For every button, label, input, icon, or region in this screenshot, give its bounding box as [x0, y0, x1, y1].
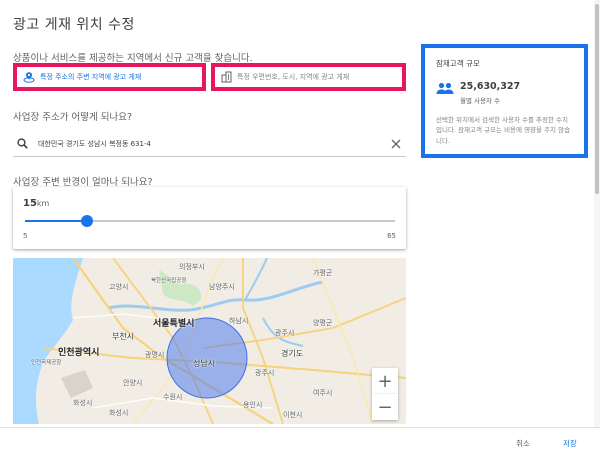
zoom-in-button[interactable]: +	[372, 368, 398, 394]
map-label-incheon-airport: 인천국제공항	[31, 360, 62, 366]
radius-slider-thumb[interactable]	[80, 215, 93, 227]
map-label-anyang: 안양시	[123, 379, 143, 387]
map-label-gyeonggi: 경기도	[281, 349, 304, 358]
radius-question: 사업장 주변 반경이 얼마나 되나요?	[13, 177, 153, 188]
location-radius-icon	[23, 72, 35, 83]
audience-count: 25,630,327	[460, 81, 521, 92]
radius-max-label: 65	[387, 232, 396, 240]
map-label-suwon: 수원시	[163, 393, 183, 401]
map-label-yeoju: 여주시	[313, 389, 333, 397]
map-label-goyang: 고양시	[109, 283, 129, 291]
address-search-value[interactable]: 대한민국 경기도 성남시 복정동 631-4	[38, 139, 389, 149]
map-label-bukhansan: 북한산국립공원	[151, 278, 187, 284]
location-question: 상품이나 서비스를 제공하는 지역에서 신규 고객을 찾습니다.	[13, 53, 253, 64]
radius-min-label: 5	[23, 232, 28, 240]
map-label-seoul: 서울특별시	[153, 319, 195, 329]
cancel-button[interactable]: 취소	[516, 438, 530, 449]
radius-display: 15km	[23, 198, 49, 209]
radius-slider[interactable]	[25, 215, 395, 227]
map-label-gwangmyeong: 광명시	[145, 351, 165, 359]
people-icon	[436, 82, 454, 94]
radius-value: 15	[23, 198, 37, 209]
map-label-yongin: 용인시	[243, 401, 263, 409]
radius-slider-fill	[25, 220, 87, 222]
map-label-gwangju-east: 광주시	[275, 329, 295, 337]
map-label-namyangju: 남양주시	[209, 283, 235, 291]
map-label-hwaseong-south: 화성시	[73, 399, 93, 407]
zoom-out-button[interactable]: −	[372, 394, 398, 420]
map-label-icheon: 이천시	[283, 411, 303, 419]
radius-unit: km	[36, 199, 50, 208]
map-label-uijeongbu: 의정부시	[179, 263, 205, 271]
audience-stats: 25,630,327 월별 사용자 수	[436, 80, 573, 105]
city-icon	[221, 71, 232, 83]
map-label-incheon: 인천광역시	[58, 348, 100, 358]
option-region-targeting[interactable]: 특정 우편번호, 도시, 지역에 광고 게재	[211, 63, 406, 91]
address-question: 사업장 주소가 어떻게 되나요?	[13, 112, 132, 123]
option-radius-targeting[interactable]: 특정 주소의 주변 지역에 광고 게재	[13, 63, 206, 91]
option-region-label: 특정 우편번호, 도시, 지역에 광고 게재	[237, 73, 350, 81]
map-label-gwangju: 광주시	[255, 369, 275, 377]
save-button[interactable]: 저장	[563, 438, 577, 449]
map-label-gapyeong: 가평군	[313, 269, 333, 277]
option-radius-label: 특정 주소의 주변 지역에 광고 게재	[40, 73, 142, 81]
radius-card: 15km 5 65	[13, 187, 406, 249]
search-icon	[17, 138, 28, 149]
map-label-seongnam: 성남시	[193, 359, 216, 368]
dialog-title: 광고 게재 위치 수정	[13, 17, 135, 33]
map-label-hanam: 하남시	[229, 317, 249, 325]
audience-unit: 월별 사용자 수	[460, 97, 501, 105]
map-view[interactable]: 의정부시 남양주시 북한산국립공원 고양시 부천시 서울특별시 광명시 인천광역…	[13, 258, 406, 424]
map-label-bucheon: 부천시	[112, 332, 135, 341]
dialog-footer: 취소 저장	[0, 427, 600, 457]
close-icon	[391, 139, 401, 148]
map-label-yangpyeong: 양평군	[313, 319, 333, 327]
audience-description: 선택한 위치에서 검색한 사용자 수를 추정한 수치입니다. 잠재고객 규모는 …	[436, 116, 571, 145]
address-search-field[interactable]: 대한민국 경기도 성남시 복정동 631-4	[13, 131, 406, 157]
audience-size-panel: 잠재고객 규모 25,630,327 월별 사용자 수 선택한 위치에서 검색한…	[421, 44, 588, 158]
clear-address-button[interactable]	[389, 137, 403, 151]
scrollbar[interactable]	[594, 0, 600, 427]
map-label-hwaseong: 화성시	[109, 409, 129, 417]
audience-title: 잠재고객 규모	[436, 59, 480, 68]
scrollbar-thumb[interactable]	[595, 4, 599, 194]
